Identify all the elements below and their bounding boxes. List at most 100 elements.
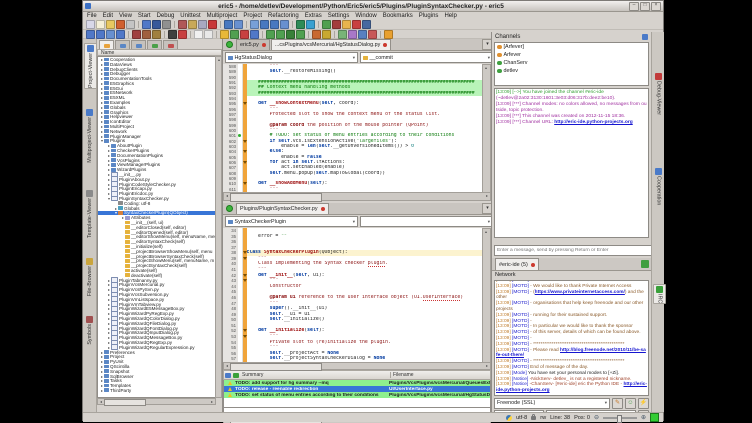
replace-icon[interactable] xyxy=(234,20,243,29)
close-button[interactable]: × xyxy=(651,2,661,11)
prev-icon[interactable] xyxy=(270,20,279,29)
menu-window[interactable]: Window xyxy=(355,13,376,19)
zoom-slider-handle[interactable] xyxy=(617,415,622,423)
run-project-icon[interactable] xyxy=(230,30,239,39)
editor-tab[interactable]: ...csPlugins/vcsMercurial/HgStatusDialog… xyxy=(271,39,391,50)
pin-icon[interactable] xyxy=(642,34,648,40)
new-window-icon[interactable] xyxy=(86,20,95,29)
tree-horizontal-scrollbar[interactable]: ◂▸ xyxy=(97,398,216,405)
editor-bottom-horizontal-scrollbar[interactable]: ◂▸ xyxy=(223,362,491,370)
cut-icon[interactable] xyxy=(178,20,187,29)
step-out-icon[interactable] xyxy=(286,30,295,39)
fold-margin[interactable] xyxy=(243,187,247,192)
menu-multiproject[interactable]: Multiproject xyxy=(207,13,238,19)
syntax-check-icon[interactable] xyxy=(132,30,141,39)
save-icon[interactable] xyxy=(106,20,115,29)
menu-bookmarks[interactable]: Bookmarks xyxy=(383,13,413,19)
task-filter-icon[interactable] xyxy=(225,373,231,378)
sidebar-tab-multiproject-viewer[interactable]: Multiproject-Viewer xyxy=(84,108,95,163)
bookmark-icon[interactable] xyxy=(86,30,95,39)
maximize-button[interactable]: □ xyxy=(640,2,650,11)
menu-refactoring[interactable]: Refactoring xyxy=(268,13,299,19)
class-combo[interactable]: SyntaxCheckerPlugin ▾ xyxy=(225,216,358,227)
close-icon[interactable] xyxy=(531,263,535,267)
step-over-icon[interactable] xyxy=(276,30,285,39)
bookmark-next-icon[interactable] xyxy=(96,30,105,39)
class-combo[interactable]: HgStatusDialog ▾ xyxy=(225,52,358,63)
editor-tab[interactable]: eric5.py xyxy=(236,39,270,50)
editor-vertical-scrollbar[interactable]: ▴ ▾ xyxy=(482,228,491,362)
debug-icon[interactable] xyxy=(332,20,341,29)
line-number[interactable]: 57 xyxy=(223,356,238,362)
add-task-icon[interactable] xyxy=(233,373,239,378)
delete-icon[interactable] xyxy=(208,20,217,29)
irc-user-row[interactable]: [Arfever] xyxy=(495,43,648,51)
clear-breakpoints-icon[interactable] xyxy=(322,30,331,39)
message-link[interactable]: https://www.privateinternetaccess.com/ xyxy=(535,290,625,295)
restart-icon[interactable] xyxy=(250,30,259,39)
tabnanny-icon[interactable] xyxy=(142,30,151,39)
open-file-icon[interactable] xyxy=(96,20,105,29)
tree-header[interactable]: Name xyxy=(97,49,222,56)
documentation-icon[interactable] xyxy=(358,30,367,39)
profile-data-icon[interactable] xyxy=(152,30,161,39)
tree-item[interactable]: ▸ThirdParty xyxy=(98,388,221,393)
identities-button[interactable]: ☺ xyxy=(625,398,636,409)
server-combo[interactable]: Freenode (SSL) ▾ xyxy=(494,398,610,409)
sidebar-tab-template-viewer[interactable]: Template-Viewer xyxy=(84,189,95,238)
menu-project[interactable]: Project xyxy=(243,13,262,19)
fold-margin[interactable] xyxy=(243,356,247,362)
sidebar-tab-symbols[interactable]: Symbols xyxy=(84,315,95,345)
unittest-icon[interactable] xyxy=(338,30,347,39)
autocomplete-icon[interactable] xyxy=(178,30,187,39)
scroll-up-arrow[interactable]: ▴ xyxy=(483,65,489,192)
menu-file[interactable]: File xyxy=(87,13,97,19)
bookmark-prev-icon[interactable] xyxy=(106,30,115,39)
scroll-up-arrow[interactable]: ▴ xyxy=(483,229,489,362)
member-combo[interactable]: ▾ xyxy=(360,216,493,227)
task-row[interactable]: TODO: add support for hg summary --mqPlu… xyxy=(224,380,490,386)
zoom-in-icon[interactable] xyxy=(296,20,305,29)
continue-icon[interactable] xyxy=(296,30,305,39)
whitespace-icon[interactable] xyxy=(194,30,203,39)
breakpoint-icon[interactable] xyxy=(312,30,321,39)
menu-plugins[interactable]: Plugins xyxy=(419,13,439,19)
zoom-out-icon[interactable]: ⊖ xyxy=(594,414,599,421)
leave-channel-icon[interactable] xyxy=(641,260,649,268)
print-icon[interactable] xyxy=(116,20,125,29)
scroll-right-arrow[interactable]: ▸ xyxy=(209,399,215,404)
irc-channel-tab[interactable]: #eric-ide (5) xyxy=(495,258,539,270)
task-row[interactable]: TODO: release - reenable redirectionUI/U… xyxy=(224,386,490,392)
sidebar-tab-project-viewer[interactable]: Project-Viewer xyxy=(84,43,97,89)
settings-icon[interactable] xyxy=(362,20,371,29)
irc-user-row[interactable]: ChanServ xyxy=(495,59,648,67)
profile-icon[interactable] xyxy=(342,20,351,29)
title-bar[interactable]: eric5 - /home/detlev/Development/Python/… xyxy=(83,1,663,12)
paste-icon[interactable] xyxy=(198,20,207,29)
task-column-summary[interactable]: Summary xyxy=(240,372,390,378)
sidebar-tab-cooperation[interactable]: Cooperation xyxy=(653,167,664,205)
close-icon[interactable] xyxy=(321,207,325,211)
redo-icon[interactable] xyxy=(152,20,161,29)
scroll-right-arrow[interactable]: ▸ xyxy=(484,193,490,200)
member-combo[interactable]: __commit ▾ xyxy=(360,52,493,63)
scroll-up-arrow[interactable]: ▴ xyxy=(216,57,222,397)
menu-help[interactable]: Help xyxy=(444,13,456,19)
menu-edit[interactable]: Edit xyxy=(103,13,113,19)
sidebar-tab-file-browser[interactable]: File-Browser xyxy=(84,257,95,296)
unittest-restart-icon[interactable] xyxy=(348,30,357,39)
run-icon[interactable] xyxy=(322,20,331,29)
editor-top-code[interactable]: ▴ ▾ 588 """589 self.__restoreMissing()59… xyxy=(223,64,491,192)
close-icon[interactable] xyxy=(262,43,266,47)
editor-top-horizontal-scrollbar[interactable]: ◂▸ xyxy=(223,192,491,201)
message-link[interactable]: http://eric-ide.python-projects.org xyxy=(554,120,633,125)
search-icon[interactable] xyxy=(224,20,233,29)
jump-icon[interactable] xyxy=(280,20,289,29)
step-icon[interactable] xyxy=(266,30,275,39)
task-column-filename[interactable]: Filename xyxy=(390,372,490,378)
editor-bottom-code[interactable]: ▴ ▾ 34 35 error = ""36 37 38class Syntax… xyxy=(223,228,491,362)
irc-user-row[interactable]: detlev xyxy=(495,67,648,75)
wizard-icon[interactable] xyxy=(384,30,393,39)
debug-project-icon[interactable] xyxy=(240,30,249,39)
edit-network-button[interactable]: ✎ xyxy=(612,398,623,409)
